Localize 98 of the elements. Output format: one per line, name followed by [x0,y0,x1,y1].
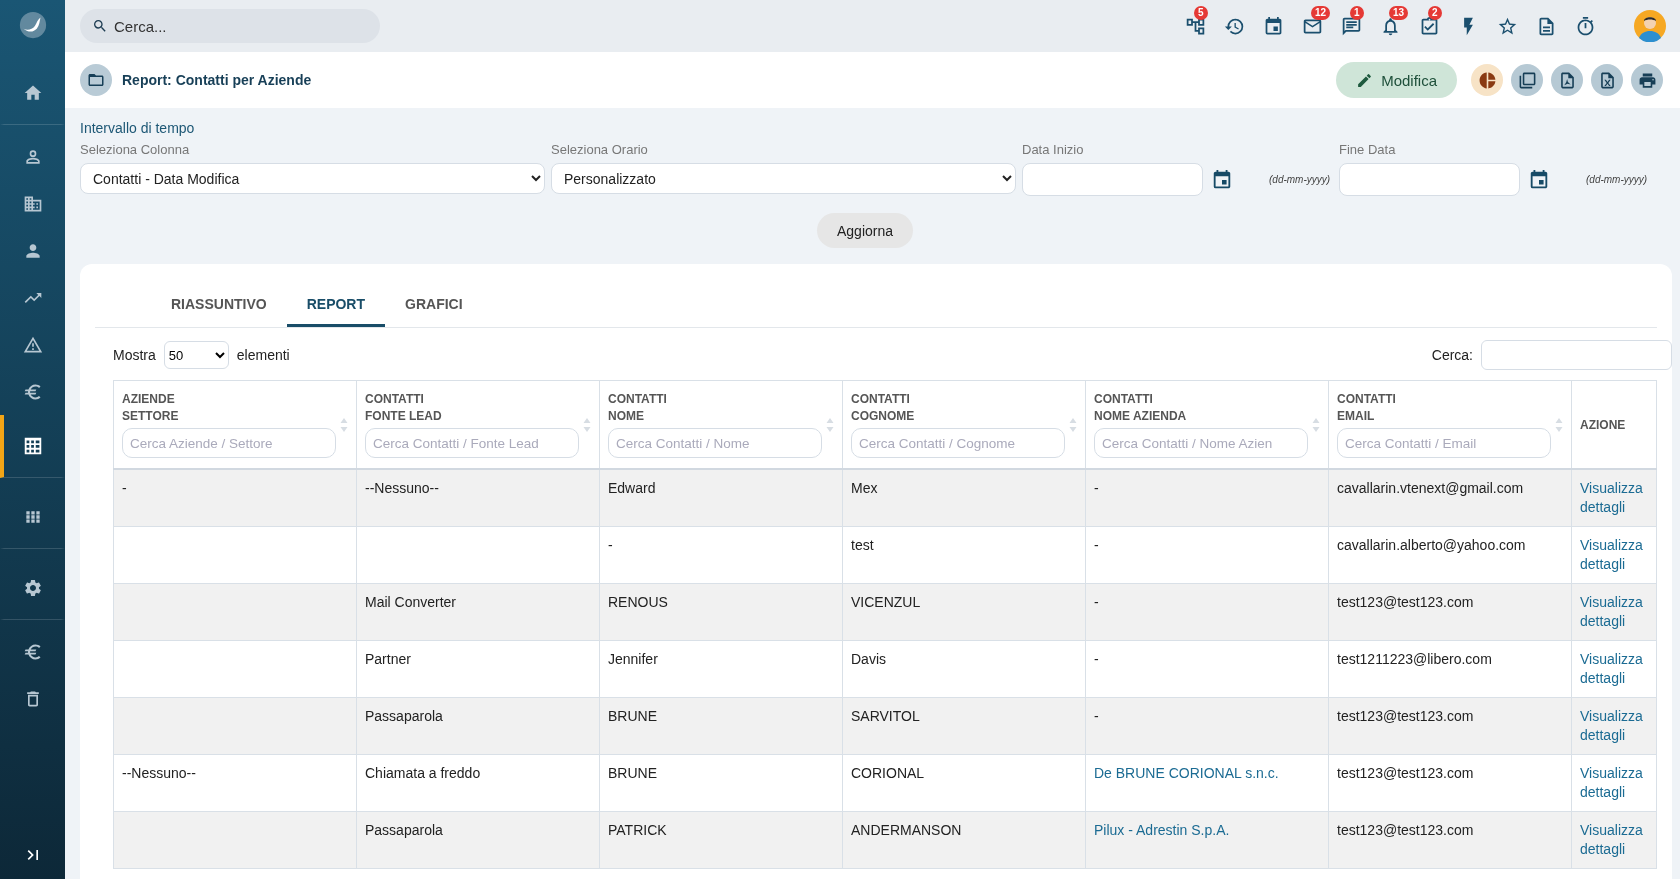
table-cell: Chiamata a freddo [365,765,481,781]
time-select[interactable]: Personalizzato [551,163,1016,194]
table-cell: cavallarin.vtenext@gmail.com [1337,480,1524,496]
pie-chart-icon [1477,70,1497,90]
table-cell: Passaparola [365,822,443,838]
table-cell: test123@test123.com [1337,594,1474,610]
calendar-icon[interactable] [1528,168,1550,191]
date-field[interactable] [1339,163,1520,196]
calendar-icon[interactable] [1263,15,1284,37]
tab[interactable]: GRAFICI [385,278,483,327]
table-cell: Davis [851,651,886,667]
chat-icon[interactable] [1341,15,1362,37]
table-cell: Jennifer [608,651,658,667]
settings-icon [22,578,43,598]
column-filter-field[interactable]: Cerca Contatti / Nome Azien [1094,428,1308,458]
stopwatch-icon[interactable] [1575,15,1596,37]
table-cell: RENOUS [608,594,668,610]
column-header: AZIONE [1580,417,1626,432]
table-cell: Edward [608,480,656,496]
table-cell: - [122,480,127,496]
field-label: Seleziona Colonna [80,142,191,157]
table-cell: - [1094,480,1099,496]
page-size-select[interactable]: 50 [163,341,229,369]
table-cell: BRUNE [608,708,657,724]
column-header[interactable]: CONTATTI NOME [608,391,822,425]
field-label: Data Inizio [1022,142,1085,157]
count-badge: 2 [1428,5,1442,20]
home-icon [22,83,43,103]
column-header[interactable]: CONTATTI COGNOME [851,391,1065,425]
table-search-field[interactable] [1481,340,1672,370]
date-field[interactable] [1022,163,1203,196]
table-cell: BRUNE [608,765,657,781]
column-filter-field[interactable]: Cerca Contatti / Nome [608,428,822,458]
excel-button[interactable] [1591,64,1623,96]
table-cell: CORIONAL [851,765,925,781]
date-format-hint: (dd-mm-yyyy) [1269,174,1331,185]
avatar[interactable] [1634,10,1666,42]
folder-icon[interactable] [80,64,112,96]
document-icon[interactable] [1536,15,1557,37]
table-cell: - [1094,708,1099,724]
count-badge: 12 [1311,5,1331,20]
table-cell: test123@test123.com [1337,708,1474,724]
field-label: Seleziona Orario [551,142,649,157]
search-label: Cerca: [1431,347,1473,363]
print-button[interactable] [1631,64,1663,96]
tab[interactable]: RIASSUNTIVO [151,278,287,327]
search-icon [92,18,108,34]
calendar-icon[interactable] [1211,168,1233,191]
table-cell: test123@test123.com [1337,765,1474,781]
column-header[interactable]: AZIENDE SETTORE [122,391,336,425]
table-cell: - [1094,594,1099,610]
table-cell: - [608,537,613,553]
column-header[interactable]: CONTATTI FONTE LEAD [365,391,579,425]
table-cell: test123@test123.com [1337,822,1474,838]
update-button[interactable]: Aggiorna [816,213,913,248]
column-filter-field[interactable]: Cerca Contatti / Cognome [851,428,1065,458]
edit-button[interactable]: Modifica [1336,62,1457,98]
table-cell: test1211223@libero.com [1337,651,1492,667]
copy-button[interactable] [1511,64,1543,96]
column-select[interactable]: Contatti - Data Modifica [80,163,545,194]
column-header[interactable]: CONTATTI NOME AZIENDA [1094,391,1308,425]
table-cell: Mex [851,480,878,496]
tab[interactable]: REPORT [286,278,386,327]
printer-icon [1637,70,1657,90]
count-badge: 5 [1194,5,1208,20]
column-filter-field[interactable]: Cerca Contatti / Fonte Lead [365,428,579,458]
pie-chart-button[interactable] [1471,64,1503,96]
table-cell: - [1094,651,1099,667]
date-format-hint: (dd-mm-yyyy) [1586,174,1648,185]
table-cell: SARVITOL [851,708,920,724]
section-heading: Intervallo di tempo [80,120,196,136]
pdf-button[interactable] [1551,64,1583,96]
table-cell: ANDERMANSON [851,822,962,838]
copy-icon [1517,70,1537,90]
show-label: Mostra [113,347,156,363]
field-label: Fine Data [1339,142,1397,157]
table-cell: VICENZUL [851,594,921,610]
star-icon[interactable] [1497,15,1518,37]
pencil-icon [1356,71,1374,89]
show-suffix: elementi [236,347,290,363]
column-filter-field[interactable]: Cerca Contatti / Email [1337,428,1551,458]
table-cell: Mail Converter [365,594,457,610]
table-cell: --Nessuno-- [365,480,439,496]
table-cell: --Nessuno-- [122,765,196,781]
page-title: Report: Contatti per Aziende [122,72,312,88]
table-cell: - [1094,537,1099,553]
table-cell: PATRICK [608,822,667,838]
column-header[interactable]: CONTATTI EMAIL [1337,391,1551,425]
company-link[interactable]: Pilux - Adrestin S.p.A. [1094,822,1230,838]
table-cell: test [851,537,874,553]
table-cell: Passaparola [365,708,443,724]
search-field[interactable]: Cerca... [80,9,380,43]
count-badge: 13 [1389,5,1409,20]
table-cell: Partner [365,651,411,667]
table-cell: cavallarin.alberto@yahoo.com [1337,537,1526,553]
column-filter-field[interactable]: Cerca Aziende / Settore [122,428,336,458]
logo-icon[interactable] [17,10,48,40]
count-badge: 1 [1350,5,1364,20]
